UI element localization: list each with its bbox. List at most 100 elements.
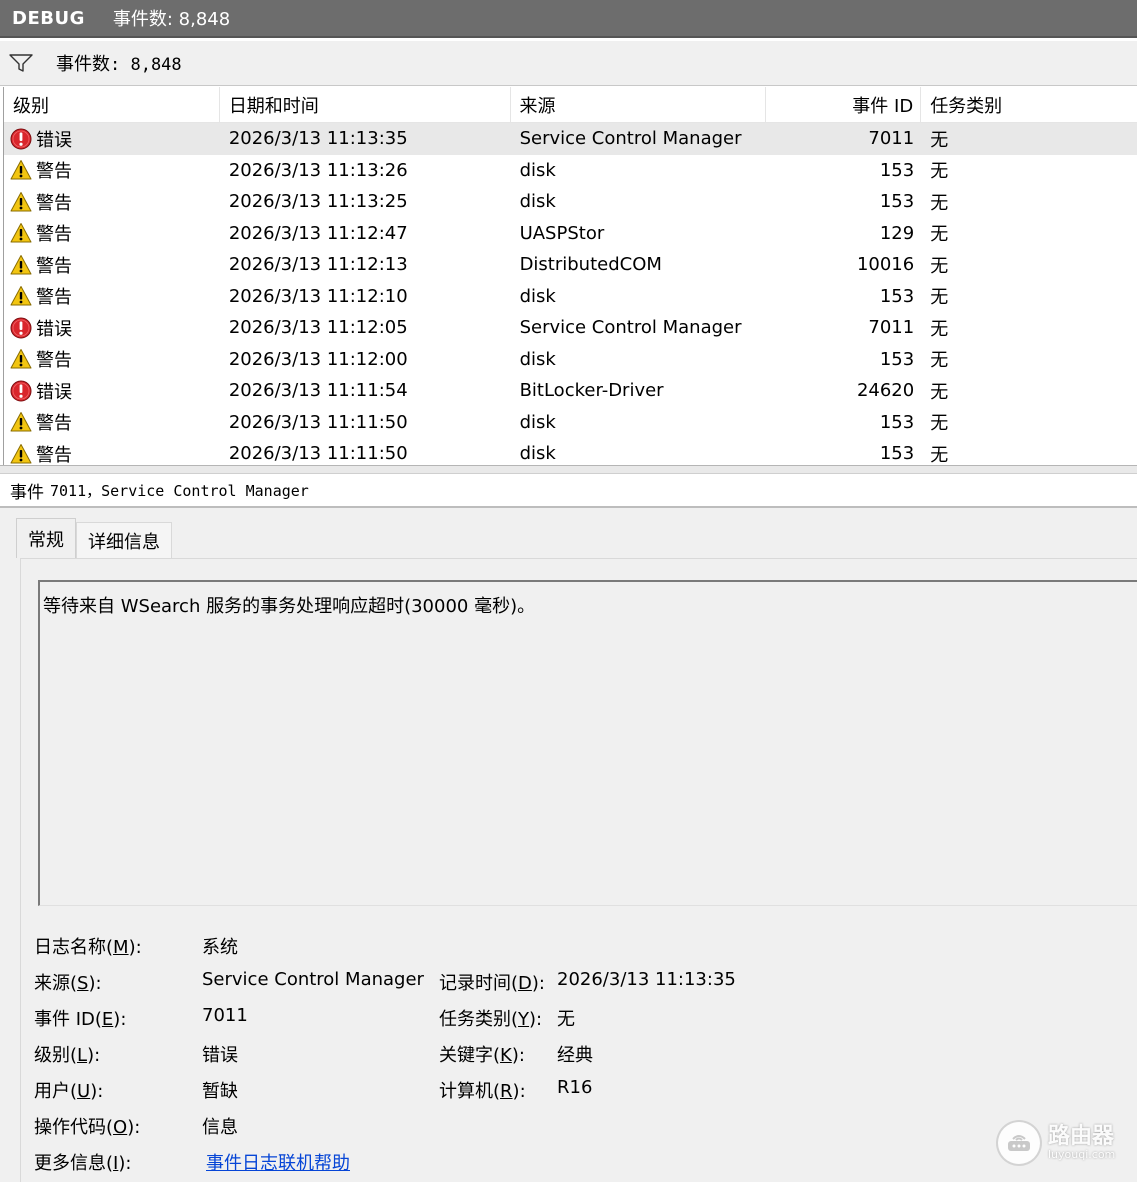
- prop-value-task-category[interactable]: 无: [557, 1005, 575, 1031]
- row-level-text: 警告: [36, 161, 72, 183]
- column-header-source[interactable]: 来源: [511, 87, 767, 123]
- error-icon: [10, 380, 32, 402]
- table-row[interactable]: 警告 2026/3/13 11:12:00 disk 153 无: [4, 344, 1137, 376]
- row-source: disk: [519, 285, 556, 307]
- row-event-id: 153: [879, 159, 915, 181]
- column-header-level[interactable]: 级别: [4, 87, 220, 123]
- row-level: 错误: [4, 375, 220, 407]
- event-list[interactable]: 级别 日期和时间 来源 事件 ID 任务类别 错误 2026/3/13 11:13…: [3, 87, 1137, 465]
- warning-icon: [10, 223, 32, 243]
- warning-icon: [10, 412, 32, 432]
- more-info-link[interactable]: 事件日志联机帮助: [206, 1149, 350, 1175]
- row-task-category: 无: [930, 287, 949, 309]
- warning-icon: [10, 160, 32, 180]
- row-level: 错误: [4, 123, 220, 155]
- filter-count-value: : 8,848: [110, 55, 182, 75]
- prop-value-level[interactable]: 错误: [202, 1041, 238, 1067]
- column-header-date[interactable]: 日期和时间: [220, 87, 511, 123]
- prop-label-task-category: 任务类别(Y):: [439, 1009, 543, 1030]
- row-source: disk: [519, 191, 556, 213]
- tab-details[interactable]: 详细信息: [76, 522, 172, 558]
- row-level-text: 警告: [36, 444, 72, 465]
- row-task-category: 无: [930, 129, 949, 151]
- warning-icon: [10, 349, 32, 369]
- event-message-box[interactable]: 等待来自 WSearch 服务的事务处理响应超时(30000 毫秒)。: [38, 580, 1137, 906]
- row-source: BitLocker-Driver: [519, 380, 664, 402]
- row-source: disk: [519, 443, 556, 465]
- row-source: disk: [519, 411, 556, 433]
- pane-splitter[interactable]: [0, 465, 1137, 474]
- row-level: 警告: [4, 155, 220, 187]
- row-date: 2026/3/13 11:12:05: [228, 317, 408, 339]
- table-row[interactable]: 警告 2026/3/13 11:12:13 DistributedCOM 10016 无: [4, 249, 1137, 281]
- table-row[interactable]: 警告 2026/3/13 11:13:26 disk 153 无: [4, 155, 1137, 187]
- row-date: 2026/3/13 11:11:50: [228, 411, 408, 433]
- prop-label-level: 级别(L):: [34, 1045, 101, 1066]
- row-task-category: 无: [930, 192, 949, 214]
- row-level-text: 错误: [36, 381, 72, 403]
- row-task-category: 无: [930, 224, 949, 246]
- table-row[interactable]: 警告 2026/3/13 11:12:47 UASPStor 129 无: [4, 218, 1137, 250]
- prop-value-logged[interactable]: 2026/3/13 11:13:35: [557, 969, 736, 990]
- tab-general[interactable]: 常规: [16, 518, 76, 558]
- row-date: 2026/3/13 11:11:50: [228, 443, 408, 465]
- row-source: Service Control Manager: [519, 317, 742, 339]
- filter-icon[interactable]: [8, 52, 34, 74]
- row-task-category: 无: [930, 413, 949, 435]
- row-event-id: 153: [879, 443, 915, 465]
- event-list-rows: 错误 2026/3/13 11:13:35 Service Control Mana…: [4, 123, 1137, 465]
- table-row[interactable]: 警告 2026/3/13 11:13:25 disk 153 无: [4, 186, 1137, 218]
- table-row[interactable]: 警告 2026/3/13 11:12:10 disk 153 无: [4, 281, 1137, 313]
- row-date: 2026/3/13 11:13:35: [228, 128, 408, 150]
- row-source: disk: [519, 159, 556, 181]
- row-level: 警告: [4, 186, 220, 218]
- row-level-text: 警告: [36, 255, 72, 277]
- filter-bar: 事件数: 8,848: [0, 40, 1137, 86]
- table-row[interactable]: 错误 2026/3/13 11:11:54 BitLocker-Driver 2462…: [4, 375, 1137, 407]
- column-header-task-category[interactable]: 任务类别: [921, 87, 1137, 123]
- prop-label-logged: 记录时间(D):: [439, 973, 545, 994]
- row-level-text: 警告: [36, 287, 72, 309]
- row-event-id: 7011: [868, 317, 915, 339]
- row-source: DistributedCOM: [519, 254, 662, 276]
- table-row[interactable]: 错误 2026/3/13 11:13:35 Service Control Mana…: [4, 123, 1137, 155]
- table-row[interactable]: 警告 2026/3/13 11:11:50 disk 153 无: [4, 438, 1137, 465]
- watermark-brand: 路由器: [1048, 1124, 1115, 1149]
- row-event-id: 129: [879, 222, 915, 244]
- prop-value-computer[interactable]: R16: [557, 1077, 592, 1098]
- router-logo-icon: [996, 1120, 1042, 1166]
- prop-value-log-name[interactable]: 系统: [202, 933, 238, 959]
- watermark-url: luyouqi.com: [1048, 1148, 1116, 1161]
- event-list-header: 级别 日期和时间 来源 事件 ID 任务类别: [4, 87, 1137, 123]
- event-detail-title-prefix: 事件: [10, 482, 44, 503]
- prop-label-source: 来源(S):: [34, 973, 102, 994]
- detail-tabs: 常规 详细信息: [16, 518, 172, 558]
- watermark-text: 路由器 luyouqi.com: [1048, 1125, 1115, 1161]
- row-event-id: 24620: [856, 380, 915, 402]
- app-name: DEBUG: [12, 7, 85, 29]
- table-row[interactable]: 错误 2026/3/13 11:12:05 Service Control Mana…: [4, 312, 1137, 344]
- prop-value-opcode[interactable]: 信息: [202, 1113, 238, 1139]
- row-level-text: 警告: [36, 413, 72, 435]
- prop-label-keywords: 关键字(K):: [439, 1045, 525, 1066]
- prop-value-event-id[interactable]: 7011: [202, 1005, 248, 1026]
- prop-value-user[interactable]: 暂缺: [202, 1077, 238, 1103]
- row-level: 警告: [4, 281, 220, 313]
- row-level: 错误: [4, 312, 220, 344]
- row-event-id: 153: [879, 285, 915, 307]
- row-date: 2026/3/13 11:13:26: [228, 159, 408, 181]
- row-date: 2026/3/13 11:12:00: [228, 348, 408, 370]
- row-event-id: 153: [879, 411, 915, 433]
- warning-icon: [10, 254, 32, 275]
- row-level-text: 警告: [36, 224, 72, 246]
- row-date: 2026/3/13 11:11:54: [228, 380, 408, 402]
- column-header-event-id[interactable]: 事件 ID: [766, 87, 922, 123]
- warning-icon: [10, 286, 32, 306]
- prop-value-keywords[interactable]: 经典: [557, 1041, 593, 1067]
- prop-label-computer: 计算机(R):: [439, 1081, 526, 1102]
- warning-icon: [10, 443, 32, 464]
- table-row[interactable]: 警告 2026/3/13 11:11:50 disk 153 无: [4, 407, 1137, 439]
- prop-value-source[interactable]: Service Control Manager: [202, 969, 424, 990]
- row-level: 警告: [4, 344, 220, 376]
- event-message-text: 等待来自 WSearch 服务的事务处理响应超时(30000 毫秒)。: [43, 596, 536, 617]
